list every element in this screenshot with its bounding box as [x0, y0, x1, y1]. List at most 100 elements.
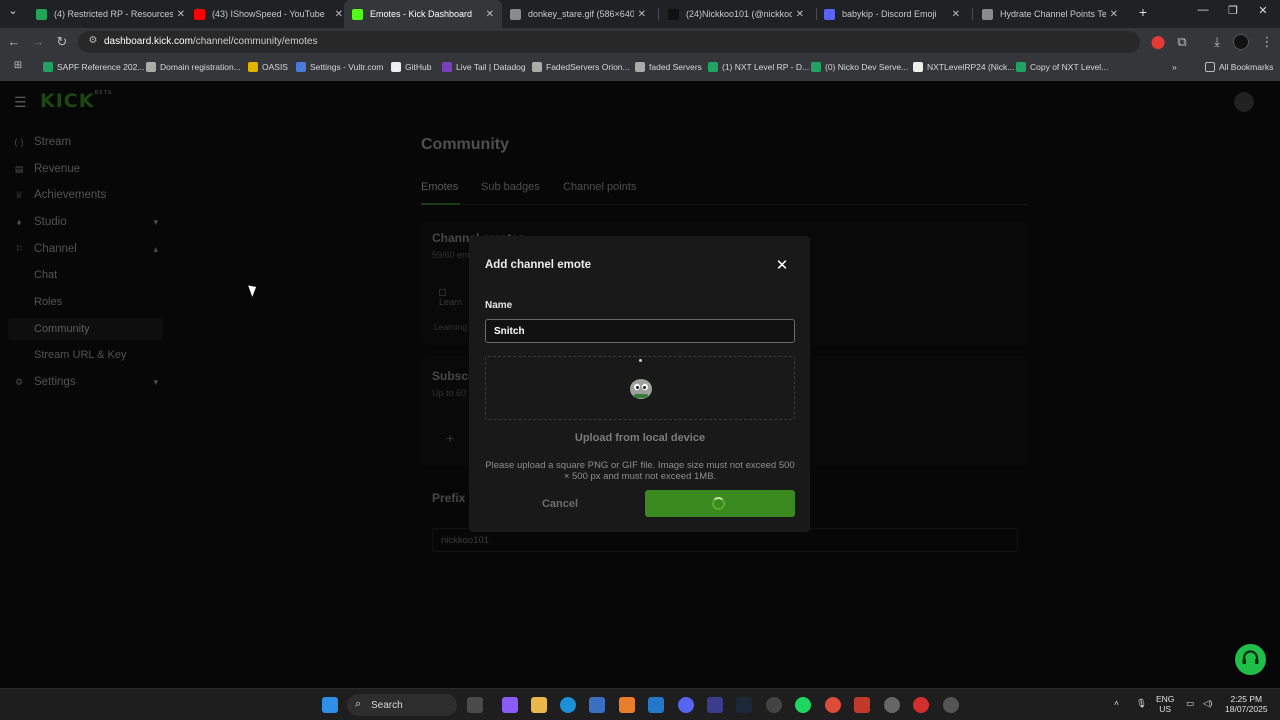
bookmark-favicon-icon [635, 62, 645, 72]
lang-region: US [1159, 704, 1172, 714]
copilot-icon[interactable] [502, 697, 518, 713]
upload-local-button[interactable]: Upload from local device [485, 432, 795, 444]
chrome-icon[interactable] [825, 697, 841, 713]
forward-icon[interactable]: → [30, 34, 46, 49]
download-icon[interactable]: ⤓ [1209, 34, 1225, 50]
taskbar-search[interactable]: ⌕ Search [347, 694, 457, 716]
taskbar-app-purple-icon[interactable] [707, 697, 723, 713]
spotify-icon[interactable] [795, 697, 811, 713]
bookmark-item[interactable]: Copy of NXT Level... [1016, 62, 1108, 72]
taskbar-app-red-icon[interactable] [913, 697, 929, 713]
upload-dropzone[interactable] [485, 356, 795, 420]
close-icon[interactable]: ✕ [773, 256, 791, 274]
bookmark-item[interactable]: (1) NXT Level RP - D... [708, 62, 809, 72]
bookmark-label: Live Tail | Datadog [456, 62, 526, 72]
tray-chevron-icon[interactable]: ˄ [1114, 698, 1119, 708]
taskbar-app-icon[interactable] [467, 697, 483, 713]
network-icon[interactable]: ▭ [1186, 698, 1194, 708]
browser-tab[interactable]: (24)Nickkoo101 (@nickkoo101 ✕ [660, 0, 812, 28]
bookmark-item[interactable]: SAPF Reference 202... [43, 62, 144, 72]
close-tab-icon[interactable]: ✕ [638, 9, 646, 20]
maximize-button[interactable]: ❐ [1220, 4, 1246, 17]
close-tab-icon[interactable]: ✕ [177, 9, 185, 20]
tab-favicon-icon [194, 8, 205, 20]
close-tab-icon[interactable]: ✕ [486, 9, 494, 20]
reload-icon[interactable]: ↻ [54, 34, 70, 50]
taskbar-app-grey-icon[interactable] [943, 697, 959, 713]
modal-title: Add channel emote [485, 259, 592, 271]
tab-favicon-icon [510, 8, 521, 20]
language-indicator[interactable]: ENG US [1156, 694, 1174, 714]
back-icon[interactable]: ← [6, 34, 22, 49]
upload-progress-dot [639, 359, 642, 362]
extensions-icon[interactable]: ⧉ [1174, 34, 1190, 50]
browser-tab[interactable]: donkey_stare.gif (586×640) ✕ [502, 0, 654, 28]
clock[interactable]: 2:25 PM 18/07/2025 [1225, 694, 1268, 714]
bookmark-item[interactable]: GitHub [391, 62, 431, 72]
bookmark-favicon-icon [442, 62, 452, 72]
bookmark-item[interactable]: Settings - Vultr.com [296, 62, 383, 72]
tab-title: Hydrate Channel Points Text [1000, 9, 1106, 19]
bookmark-item[interactable]: OASIS [248, 62, 288, 72]
site-info-icon[interactable]: ⚙ [85, 35, 101, 46]
tab-title: (43) IShowSpeed - YouTube [212, 9, 325, 19]
support-chat-button[interactable] [1235, 644, 1266, 675]
close-tab-icon[interactable]: ✕ [335, 9, 343, 20]
profile-avatar[interactable] [1233, 34, 1249, 50]
bookmark-item[interactable]: (0) Nicko Dev Serve... [811, 62, 908, 72]
bookmark-favicon-icon [913, 62, 923, 72]
bookmark-label: NXTLevelRP24 (Nick... [927, 62, 1015, 72]
discord-icon[interactable] [678, 697, 694, 713]
windows-start-icon[interactable] [322, 697, 338, 713]
bookmark-item[interactable]: Live Tail | Datadog [442, 62, 526, 72]
taskbar-app-gear-icon[interactable] [884, 697, 900, 713]
apps-grid-icon[interactable]: ⊞ [10, 60, 26, 71]
browser-tab[interactable]: (4) Restricted RP - Resources ✕ [28, 0, 193, 28]
menu-icon[interactable]: ⋮ [1259, 34, 1275, 50]
taskbar-app-orange-icon[interactable] [619, 697, 635, 713]
close-tab-icon[interactable]: ✕ [1110, 9, 1118, 20]
tab-favicon-icon [668, 8, 679, 20]
bookmark-item[interactable]: faded Servers [635, 62, 702, 72]
tab-search-icon[interactable]: ⌄ [0, 4, 26, 17]
folder-icon [1205, 62, 1215, 72]
taskbar-app-circle-icon[interactable] [766, 697, 782, 713]
bookmark-item[interactable]: FadedServers Orion... [532, 62, 630, 72]
tab-title: donkey_stare.gif (586×640) [528, 9, 634, 19]
extension-red-icon[interactable]: ⬤ [1150, 34, 1166, 50]
volume-icon[interactable]: ◁) [1203, 698, 1212, 708]
bookmark-item[interactable]: Domain registration... [146, 62, 241, 72]
mic-icon[interactable]: 🎙 [1136, 698, 1147, 708]
browser-tab[interactable]: (43) IShowSpeed - YouTube ✕ [186, 0, 351, 28]
bookmark-favicon-icon [532, 62, 542, 72]
vscode-icon[interactable] [648, 697, 664, 713]
bookmarks-overflow-icon[interactable]: » [1172, 62, 1177, 72]
store-icon[interactable] [589, 697, 605, 713]
bookmark-label: FadedServers Orion... [546, 62, 630, 72]
new-tab-button[interactable]: + [1130, 4, 1156, 20]
close-tab-icon[interactable]: ✕ [952, 9, 960, 20]
file-explorer-icon[interactable] [531, 697, 547, 713]
close-tab-icon[interactable]: ✕ [796, 9, 804, 20]
emote-name-input[interactable] [485, 319, 795, 343]
url-text[interactable]: dashboard.kick.com/channel/community/emo… [104, 36, 317, 47]
browser-tab[interactable]: Hydrate Channel Points Text ✕ [974, 0, 1126, 28]
add-emote-modal: Add channel emote ✕ Name Upload from loc… [469, 236, 810, 532]
kick-dashboard-page: ☰ KICKBETA (·) Stream ▤ Revenue ♕ Achieveme… [0, 81, 1280, 688]
minimize-button[interactable]: — [1190, 4, 1216, 16]
tab-title: babykip - Discord Emoji [842, 9, 937, 19]
taskbar-search-label: Search [371, 699, 403, 711]
tab-favicon-icon [824, 8, 835, 20]
close-window-button[interactable]: ✕ [1250, 4, 1276, 17]
bookmark-item[interactable]: NXTLevelRP24 (Nick... [913, 62, 1014, 72]
browser-tab[interactable]: Emotes - Kick Dashboard ✕ [344, 0, 502, 28]
browser-tab[interactable]: babykip - Discord Emoji ✕ [816, 0, 968, 28]
steam-icon[interactable] [736, 697, 752, 713]
bookmark-favicon-icon [708, 62, 718, 72]
taskbar-app-tf-icon[interactable] [854, 697, 870, 713]
bookmark-label: SAPF Reference 202... [57, 62, 145, 72]
all-bookmarks[interactable]: All Bookmarks [1205, 62, 1273, 72]
submit-button[interactable] [645, 490, 795, 517]
edge-icon[interactable] [560, 697, 576, 713]
cancel-button[interactable]: Cancel [491, 491, 629, 517]
